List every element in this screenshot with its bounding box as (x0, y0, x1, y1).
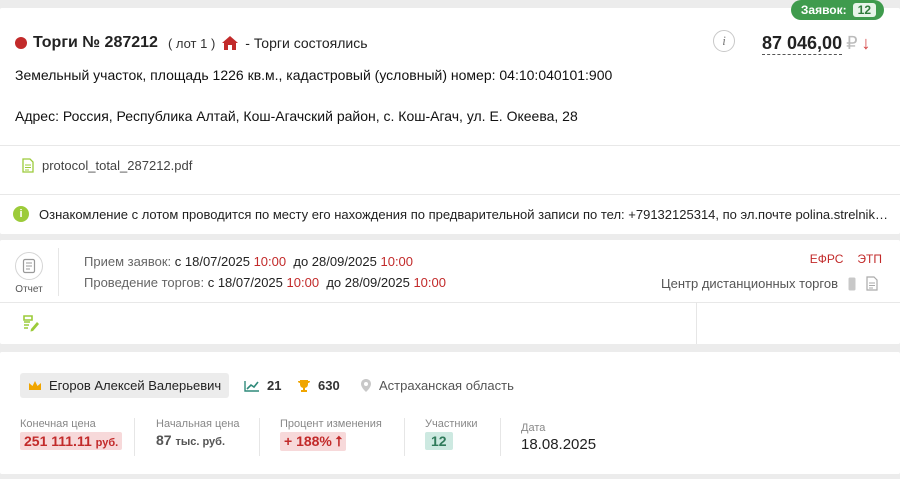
vertical-divider (58, 248, 59, 296)
auction-status: - Торги состоялись (245, 35, 368, 51)
etp-link[interactable]: ЭТП (857, 252, 882, 266)
red-status-dot-icon (15, 37, 27, 49)
participants-value: 12 (425, 432, 453, 450)
final-price-pill: 251 111.11 руб. (20, 432, 123, 450)
start-price-value: 87 (156, 432, 172, 448)
divider (0, 302, 900, 303)
divider (0, 194, 900, 195)
file-attachment[interactable]: protocol_total_287212.pdf (22, 158, 192, 173)
crown-icon (29, 380, 41, 390)
lot-address: Адрес: Россия, Республика Алтай, Кош-Ага… (15, 108, 578, 124)
notice-info-icon: i (13, 206, 29, 222)
lot-title[interactable]: Торги № 287212 (33, 34, 158, 52)
start-price-pill: 87 тыс. руб. (156, 432, 225, 448)
trend-value: 21 (267, 378, 282, 393)
metric-participants: Участники 12 (425, 418, 478, 450)
applications-from-time: 10:00 (253, 254, 287, 269)
currency-symbol: ₽ (846, 33, 858, 53)
change-label: Процент изменения (280, 418, 382, 430)
trend-chart-icon (244, 380, 259, 392)
region-name: Астраханская область (379, 378, 514, 393)
auction-label: Проведение торгов: (84, 275, 205, 290)
price-value[interactable]: 87 046,00 (762, 33, 843, 55)
external-links: ЕФРС ЭТП (810, 252, 882, 266)
date-label: Дата (521, 422, 546, 434)
bids-label: Заявок: (800, 3, 847, 17)
vertical-divider (259, 418, 260, 456)
start-price-unit: тыс. руб. (175, 436, 226, 448)
metric-final-price: Конечная цена 251 111.11 руб. (20, 418, 123, 450)
vertical-divider (696, 302, 697, 344)
applications-from: с 18/07/2025 (174, 254, 250, 269)
report-icon (22, 258, 36, 274)
report-button[interactable]: Отчет (14, 252, 44, 295)
location-pin-icon (361, 379, 371, 392)
arrow-down-icon: ↓ (861, 33, 871, 53)
participants-label: Участники (425, 418, 478, 430)
vertical-divider (134, 418, 135, 456)
platform-name[interactable]: Центр дистанционных торгов (661, 276, 838, 291)
pdf-file-icon (22, 158, 34, 173)
final-price-unit: руб. (95, 437, 119, 449)
platform-info: Центр дистанционных торгов (661, 276, 878, 291)
winner-tag[interactable]: Егоров Алексей Валерьевич (20, 373, 230, 398)
stat-trophy: 630 (297, 378, 340, 393)
file-name-link[interactable]: protocol_total_287212.pdf (42, 158, 192, 173)
metric-change: Процент изменения + 188% ⭡ (280, 418, 382, 451)
lot-title-row: Торги № 287212 ( лот 1 ) - Торги состоял… (15, 34, 368, 52)
efrs-link[interactable]: ЕФРС (810, 252, 844, 266)
final-price-value: 251 111.11 (24, 433, 92, 449)
document-icon[interactable] (866, 276, 878, 291)
auction-from-time: 10:00 (286, 275, 320, 290)
trophy-icon (298, 379, 310, 392)
applications-period: Прием заявок: с 18/07/2025 10:00 до 28/0… (84, 254, 413, 269)
schedule-card: Отчет Прием заявок: с 18/07/2025 10:00 д… (0, 240, 900, 344)
stat-trend: 21 (244, 378, 281, 393)
auction-to: до 28/09/2025 (326, 275, 410, 290)
lot-number: ( лот 1 ) (167, 35, 216, 51)
lot-notice: i Ознакомление с лотом проводится по мес… (13, 206, 888, 222)
stat-region: Астраханская область (360, 378, 514, 393)
start-price-label: Начальная цена (156, 418, 240, 430)
change-value: + 188% ⭡ (280, 432, 347, 451)
final-price-label: Конечная цена (20, 418, 96, 430)
phone-icon[interactable] (848, 277, 856, 291)
applications-label: Прием заявок: (84, 254, 172, 269)
notice-text: Ознакомление с лотом проводится по месту… (39, 206, 888, 222)
bids-badge: Заявок: 12 (790, 0, 884, 20)
auction-from: с 18/07/2025 (207, 275, 283, 290)
house-icon (222, 36, 239, 50)
lot-card: Заявок: 12 Торги № 287212 ( лот 1 ) - То… (0, 0, 900, 234)
lot-description: Земельный участок, площадь 1226 кв.м., к… (15, 67, 613, 83)
vertical-divider (500, 418, 501, 456)
metric-date: Дата 18.08.2025 (521, 422, 596, 453)
edit-document-icon[interactable] (22, 314, 40, 332)
metric-start-price: Начальная цена 87 тыс. руб. (156, 418, 240, 448)
date-value: 18.08.2025 (521, 436, 597, 453)
winner-name: Егоров Алексей Валерьевич (49, 378, 222, 393)
report-icon-wrap (15, 252, 43, 280)
report-label: Отчет (15, 284, 43, 295)
vertical-divider (404, 418, 405, 456)
lot-price: 87 046,00 ₽ ↓ (762, 33, 871, 55)
bids-count: 12 (852, 3, 876, 17)
applications-to-time: 10:00 (380, 254, 414, 269)
divider (0, 145, 900, 146)
auction-period: Проведение торгов: с 18/07/2025 10:00 до… (84, 275, 446, 290)
info-icon[interactable]: i (713, 30, 735, 52)
auction-to-time: 10:00 (413, 275, 446, 290)
result-card: Егоров Алексей Валерьевич 21 630 Астраха… (0, 352, 900, 474)
trophy-value: 630 (318, 378, 340, 393)
applications-to: до 28/09/2025 (293, 254, 377, 269)
